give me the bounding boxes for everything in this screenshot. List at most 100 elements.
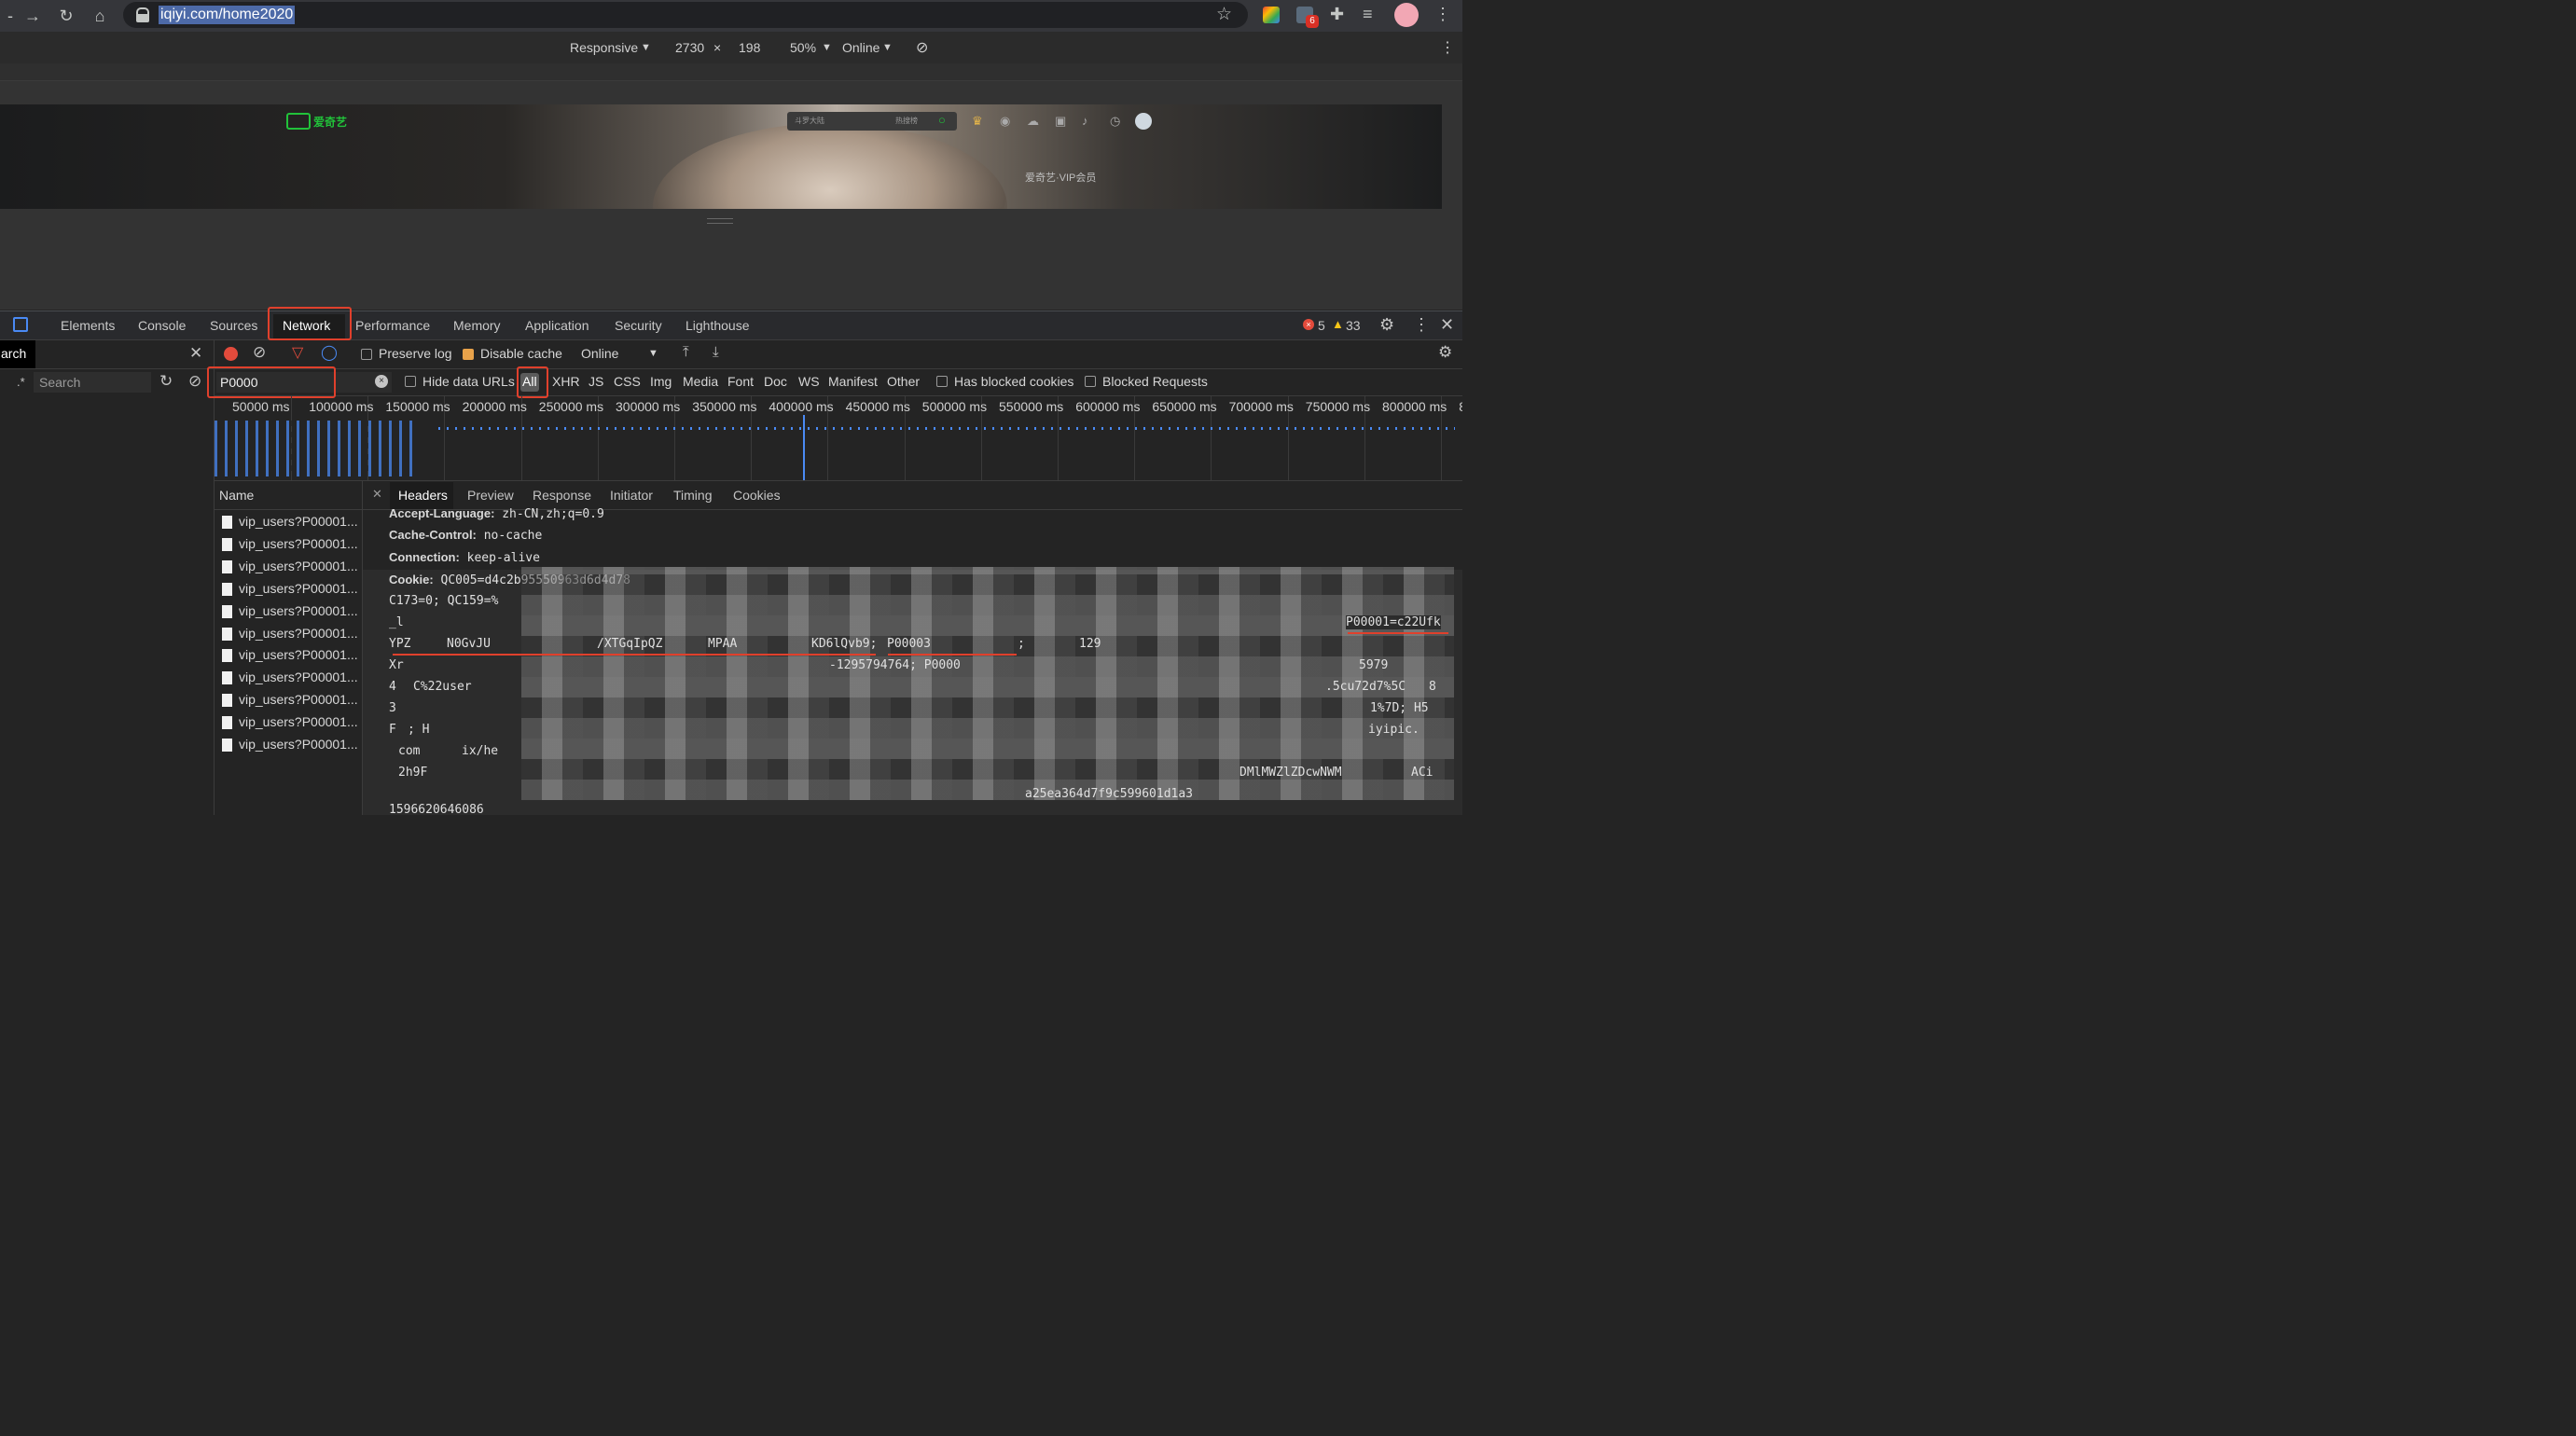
close-search-icon[interactable]: ✕ bbox=[189, 344, 202, 363]
error-icon: × bbox=[1303, 319, 1314, 330]
clear-filter-icon[interactable]: × bbox=[375, 375, 388, 388]
crown-icon[interactable]: ♛ bbox=[972, 114, 983, 129]
tab-response[interactable]: Response bbox=[533, 488, 591, 503]
clear-log-icon[interactable]: ⊘ bbox=[253, 343, 266, 362]
request-row[interactable]: vip_users?P00001... bbox=[215, 643, 362, 666]
kebab-menu-icon[interactable]: ⋮ bbox=[1434, 5, 1451, 24]
user-avatar[interactable] bbox=[1135, 113, 1152, 130]
address-bar[interactable]: iqiyi.com/home2020 ☆ bbox=[123, 2, 1248, 28]
tab-preview[interactable]: Preview bbox=[467, 488, 514, 503]
device-select[interactable]: Responsive bbox=[570, 40, 638, 55]
network-settings-icon[interactable]: ⚙ bbox=[1438, 343, 1452, 362]
tab-elements[interactable]: Elements bbox=[61, 318, 115, 333]
close-detail-icon[interactable]: ✕ bbox=[372, 487, 382, 502]
hide-data-urls-checkbox[interactable] bbox=[405, 376, 416, 387]
kebab-menu-icon[interactable]: ⋮ bbox=[1413, 315, 1430, 335]
zoom-select[interactable]: 50% bbox=[790, 40, 816, 55]
height-field[interactable]: 198 bbox=[739, 40, 760, 55]
network-overview[interactable]: 50000 ms 100000 ms 150000 ms 200000 ms 25000… bbox=[215, 396, 1462, 481]
tab-initiator[interactable]: Initiator bbox=[610, 488, 653, 503]
refresh-icon[interactable]: ↻ bbox=[159, 372, 173, 391]
forward-icon[interactable]: → bbox=[22, 6, 43, 26]
site-logo[interactable]: 爱奇艺 bbox=[313, 114, 347, 130]
blocked-requests-checkbox[interactable] bbox=[1085, 376, 1096, 387]
type-other[interactable]: Other bbox=[887, 374, 920, 389]
home-icon[interactable]: ⌂ bbox=[90, 6, 110, 26]
error-count[interactable]: 5 bbox=[1318, 318, 1325, 333]
upload-icon[interactable]: ▣ bbox=[1055, 114, 1066, 129]
type-manifest[interactable]: Manifest bbox=[828, 374, 878, 389]
request-row[interactable]: vip_users?P00001... bbox=[215, 666, 362, 688]
site-search-input[interactable]: 斗罗大陆 热搜榜 ○ bbox=[787, 112, 957, 131]
puzzle-icon[interactable]: ✚ bbox=[1330, 5, 1344, 24]
hot-list-label[interactable]: 热搜榜 bbox=[895, 116, 918, 126]
throttle-select[interactable]: Online bbox=[581, 346, 618, 361]
close-devtools-icon[interactable]: ✕ bbox=[1440, 315, 1454, 335]
gamepad-icon[interactable]: ◉ bbox=[1000, 114, 1010, 129]
reload-icon[interactable]: ↻ bbox=[56, 6, 76, 26]
cloud-icon[interactable]: ☁ bbox=[1027, 114, 1039, 129]
disable-cache-checkbox[interactable] bbox=[463, 349, 474, 360]
tab-performance[interactable]: Performance bbox=[355, 318, 430, 333]
settings-gear-icon[interactable]: ⚙ bbox=[1379, 315, 1394, 335]
url-text[interactable]: iqiyi.com/home2020 bbox=[159, 6, 296, 24]
search-input[interactable]: Search bbox=[34, 372, 151, 393]
tab-cookies[interactable]: Cookies bbox=[733, 488, 781, 503]
search-drawer-tab[interactable]: arch bbox=[0, 340, 35, 368]
extension-color-icon[interactable] bbox=[1263, 7, 1280, 23]
rotate-icon[interactable]: ⊘ bbox=[916, 38, 928, 57]
type-doc[interactable]: Doc bbox=[764, 374, 787, 389]
request-row[interactable]: vip_users?P00001... bbox=[215, 577, 362, 600]
type-xhr[interactable]: XHR bbox=[552, 374, 580, 389]
search-icon[interactable]: ◯ bbox=[321, 343, 338, 362]
tab-console[interactable]: Console bbox=[138, 318, 186, 333]
device-toggle-icon[interactable] bbox=[13, 317, 28, 332]
type-css[interactable]: CSS bbox=[614, 374, 641, 389]
request-row[interactable]: vip_users?P00001... bbox=[215, 532, 362, 555]
request-row[interactable]: vip_users?P00001... bbox=[215, 711, 362, 733]
throttle-select[interactable]: Online bbox=[842, 40, 879, 55]
resize-handle-icon[interactable] bbox=[707, 218, 733, 224]
import-har-icon[interactable]: ⤒ bbox=[683, 344, 689, 360]
back-icon[interactable]: ‐ bbox=[0, 6, 21, 26]
type-font[interactable]: Font bbox=[727, 374, 754, 389]
request-row[interactable]: vip_users?P00001... bbox=[215, 600, 362, 622]
regex-icon[interactable]: .* bbox=[17, 375, 25, 389]
cookie-fragment: MPAA bbox=[708, 637, 738, 651]
more-options-icon[interactable]: ⋮ bbox=[1440, 38, 1455, 57]
history-icon[interactable]: ◷ bbox=[1110, 114, 1120, 129]
request-row[interactable]: vip_users?P00001... bbox=[215, 510, 362, 532]
media-control-icon[interactable]: ≡ bbox=[1363, 5, 1373, 24]
tab-timing[interactable]: Timing bbox=[673, 488, 713, 503]
tab-application[interactable]: Application bbox=[525, 318, 589, 333]
request-name: vip_users?P00001... bbox=[239, 692, 358, 708]
has-blocked-cookies-checkbox[interactable] bbox=[936, 376, 948, 387]
tab-security[interactable]: Security bbox=[615, 318, 662, 333]
name-column-header[interactable]: Name bbox=[215, 481, 362, 510]
type-ws[interactable]: WS bbox=[798, 374, 820, 389]
type-media[interactable]: Media bbox=[683, 374, 718, 389]
clear-icon[interactable]: ⊘ bbox=[188, 372, 201, 391]
vip-badge[interactable]: 爱奇艺·VIP会员 bbox=[1025, 170, 1096, 185]
bell-icon[interactable]: ♪ bbox=[1082, 114, 1088, 128]
filter-icon[interactable]: ▽ bbox=[292, 343, 303, 362]
preserve-log-checkbox[interactable] bbox=[361, 349, 372, 360]
star-icon[interactable]: ☆ bbox=[1216, 4, 1232, 25]
request-row[interactable]: vip_users?P00001... bbox=[215, 733, 362, 755]
tab-headers[interactable]: Headers bbox=[398, 488, 448, 503]
export-har-icon[interactable]: ⤓ bbox=[713, 344, 719, 360]
search-icon[interactable]: ○ bbox=[938, 113, 946, 127]
type-js[interactable]: JS bbox=[589, 374, 603, 389]
avatar[interactable] bbox=[1394, 3, 1419, 27]
request-row[interactable]: vip_users?P00001... bbox=[215, 622, 362, 644]
tab-memory[interactable]: Memory bbox=[453, 318, 501, 333]
warning-count[interactable]: 33 bbox=[1346, 318, 1361, 333]
type-img[interactable]: Img bbox=[650, 374, 672, 389]
timeline-tick-label: 350000 ms bbox=[692, 399, 757, 414]
record-icon[interactable] bbox=[224, 347, 238, 361]
tab-lighthouse[interactable]: Lighthouse bbox=[686, 318, 750, 333]
request-row[interactable]: vip_users?P00001... bbox=[215, 688, 362, 711]
width-field[interactable]: 2730 bbox=[675, 40, 704, 55]
request-row[interactable]: vip_users?P00001... bbox=[215, 555, 362, 577]
tab-sources[interactable]: Sources bbox=[210, 318, 257, 333]
